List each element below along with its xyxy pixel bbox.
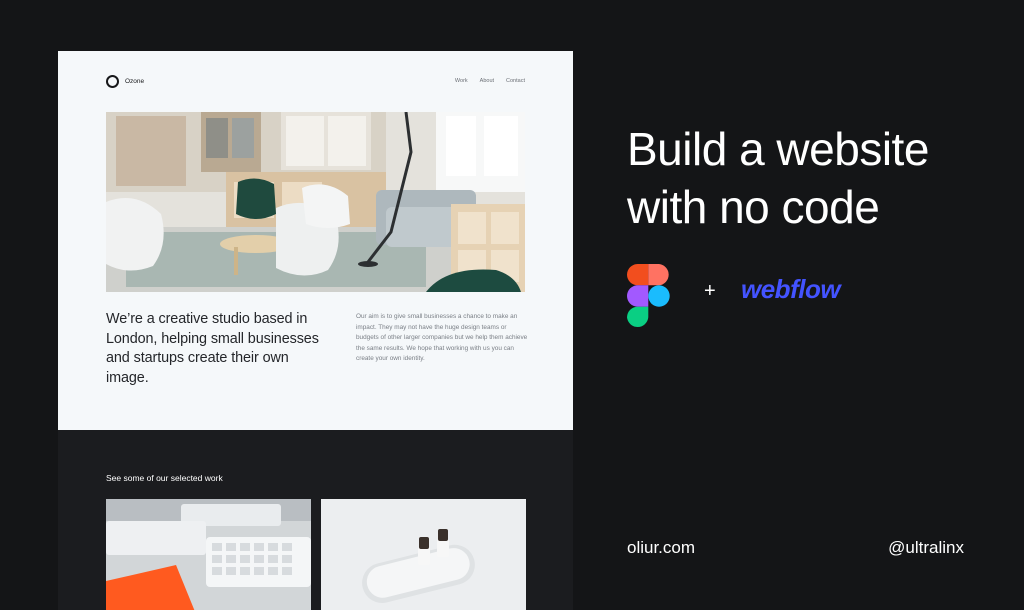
hero-paragraph: Our aim is to give small businesses a ch…: [356, 313, 528, 362]
nav-link-contact[interactable]: Contact: [506, 78, 525, 84]
nav-link-work[interactable]: Work: [455, 78, 468, 84]
work-thumbnail-desk[interactable]: [106, 499, 311, 610]
figma-logo-icon: [627, 264, 670, 333]
ozone-logo-icon: [106, 75, 119, 88]
work-thumbnail-product[interactable]: [321, 499, 526, 610]
promo-title: Build a website with no code: [627, 123, 929, 233]
nav-link-about[interactable]: About: [480, 78, 494, 84]
plus-sign: +: [704, 280, 716, 302]
site-hero-section: Ozone Work About Contact We’re a creativ…: [58, 51, 573, 430]
webflow-logo: webflow: [741, 274, 841, 304]
footer-website[interactable]: oliur.com: [627, 538, 695, 558]
footer-handle[interactable]: @ultralinx: [888, 538, 964, 558]
site-nav: Work About Contact: [455, 78, 525, 84]
work-heading: See some of our selected work: [106, 473, 223, 483]
site-logo[interactable]: Ozone: [106, 75, 144, 88]
hero-image: [106, 112, 525, 292]
hero-headline: We’re a creative studio based in London,…: [106, 311, 319, 386]
brand-name: Ozone: [125, 78, 145, 85]
website-mockup: Ozone Work About Contact We’re a creativ…: [58, 51, 573, 610]
site-work-section: See some of our selected work: [58, 430, 573, 610]
